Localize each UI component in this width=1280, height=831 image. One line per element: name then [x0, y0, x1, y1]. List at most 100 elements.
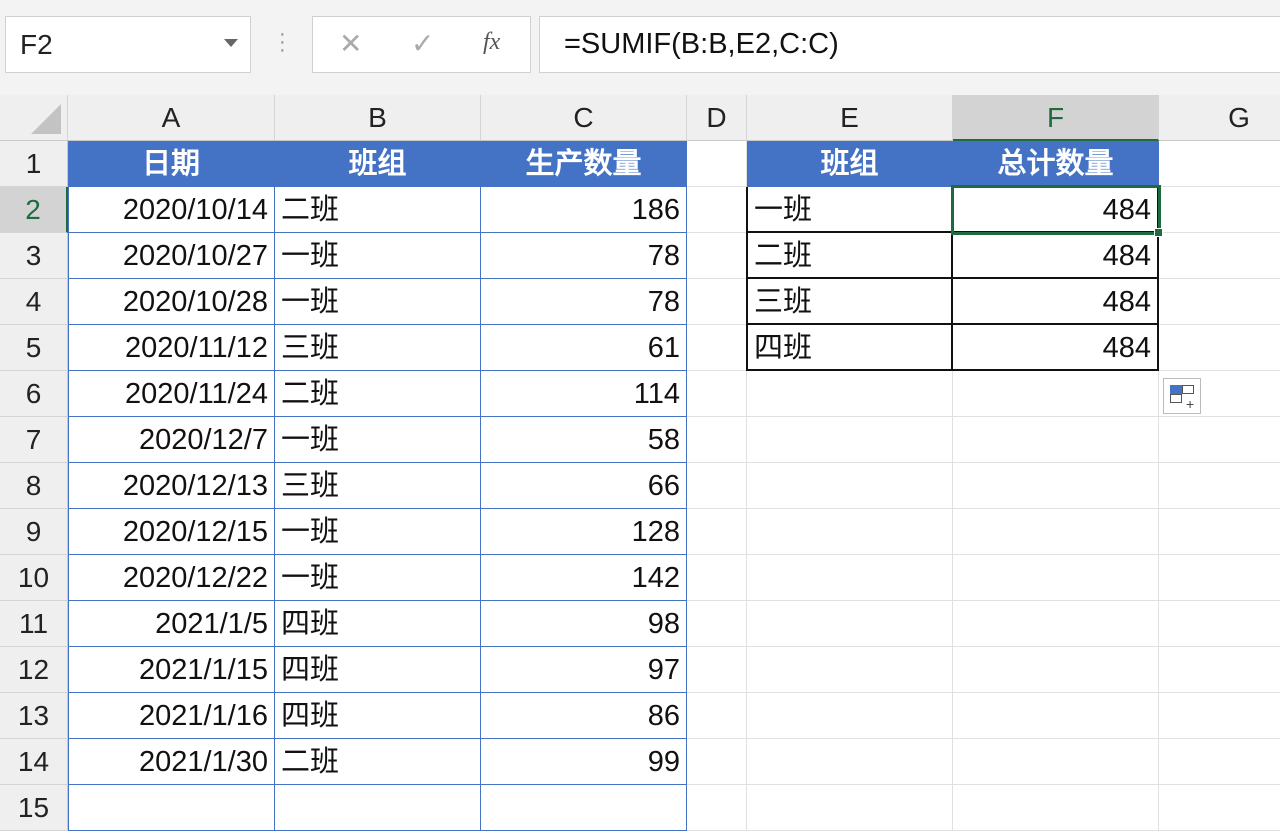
table1-cell[interactable]: 2020/10/27: [68, 233, 275, 279]
table1-cell[interactable]: 78: [481, 279, 687, 325]
table1-cell[interactable]: 二班: [275, 371, 481, 417]
table2-cell[interactable]: 一班: [746, 187, 953, 233]
table1-cell[interactable]: 78: [481, 233, 687, 279]
cell[interactable]: [687, 785, 747, 831]
formula-input[interactable]: =SUMIF(B:B,E2,C:C): [539, 16, 1280, 73]
row-header-13[interactable]: 13: [0, 693, 68, 739]
cell[interactable]: [953, 739, 1159, 785]
table1-cell[interactable]: 66: [481, 463, 687, 509]
cell[interactable]: [1159, 417, 1280, 463]
cell[interactable]: [1159, 279, 1280, 325]
row-header-4[interactable]: 4: [0, 279, 68, 325]
table1-cell[interactable]: 一班: [275, 509, 481, 555]
row-header-7[interactable]: 7: [0, 417, 68, 463]
cell[interactable]: [953, 647, 1159, 693]
cancel-icon[interactable]: ✕: [339, 27, 362, 60]
cell[interactable]: [687, 279, 747, 325]
table1-header[interactable]: 日期: [68, 141, 275, 187]
cell[interactable]: [687, 463, 747, 509]
cell[interactable]: [1159, 463, 1280, 509]
table1-cell[interactable]: 四班: [275, 601, 481, 647]
table1-cell[interactable]: 一班: [275, 279, 481, 325]
row-header-8[interactable]: 8: [0, 463, 68, 509]
cell[interactable]: [687, 141, 747, 187]
check-icon[interactable]: ✓: [411, 27, 434, 60]
table1-cell[interactable]: 58: [481, 417, 687, 463]
column-header-C[interactable]: C: [481, 95, 687, 141]
table1-cell[interactable]: 86: [481, 693, 687, 739]
fill-handle[interactable]: [1154, 228, 1163, 237]
row-header-5[interactable]: 5: [0, 325, 68, 371]
column-header-A[interactable]: A: [68, 95, 275, 141]
cell[interactable]: [747, 417, 953, 463]
table1-cell[interactable]: 四班: [275, 647, 481, 693]
drag-handle-icon[interactable]: · · ·: [279, 24, 286, 60]
cell[interactable]: [953, 601, 1159, 647]
table1-cell[interactable]: 一班: [275, 555, 481, 601]
cell[interactable]: [687, 187, 747, 233]
table1-cell[interactable]: 61: [481, 325, 687, 371]
cell[interactable]: [1159, 601, 1280, 647]
table1-cell[interactable]: 186: [481, 187, 687, 233]
table1-cell[interactable]: 114: [481, 371, 687, 417]
table1-cell[interactable]: 98: [481, 601, 687, 647]
table1-cell[interactable]: 2020/10/14: [68, 187, 275, 233]
table1-cell[interactable]: 2021/1/5: [68, 601, 275, 647]
cell[interactable]: [747, 371, 953, 417]
cell[interactable]: [687, 417, 747, 463]
table1-cell[interactable]: 二班: [275, 187, 481, 233]
cell[interactable]: [687, 509, 747, 555]
cell[interactable]: [747, 601, 953, 647]
table2-cell[interactable]: 三班: [746, 279, 953, 325]
table1-cell[interactable]: 2020/12/15: [68, 509, 275, 555]
cell[interactable]: [1159, 739, 1280, 785]
table1-cell[interactable]: 2020/12/22: [68, 555, 275, 601]
cell[interactable]: [1159, 187, 1280, 233]
cell[interactable]: [1159, 141, 1280, 187]
row-header-11[interactable]: 11: [0, 601, 68, 647]
cell[interactable]: [687, 555, 747, 601]
table1-cell[interactable]: 2020/11/12: [68, 325, 275, 371]
fx-icon[interactable]: fx: [483, 29, 500, 56]
table2-header[interactable]: 总计数量: [953, 141, 1159, 187]
cell[interactable]: [747, 739, 953, 785]
table1-cell[interactable]: 2020/10/28: [68, 279, 275, 325]
row-header-3[interactable]: 3: [0, 233, 68, 279]
table1-cell[interactable]: 三班: [275, 325, 481, 371]
cell[interactable]: [687, 647, 747, 693]
cell[interactable]: [1159, 555, 1280, 601]
table1-cell-partial[interactable]: [68, 785, 275, 831]
table1-header[interactable]: 班组: [275, 141, 481, 187]
table1-cell-partial[interactable]: [481, 785, 687, 831]
table1-cell[interactable]: 一班: [275, 417, 481, 463]
table1-cell[interactable]: 四班: [275, 693, 481, 739]
cell[interactable]: [1159, 785, 1280, 831]
cell[interactable]: [747, 785, 953, 831]
cell[interactable]: [747, 647, 953, 693]
table1-cell[interactable]: 三班: [275, 463, 481, 509]
table1-cell[interactable]: 2021/1/16: [68, 693, 275, 739]
cell[interactable]: [1159, 509, 1280, 555]
cell[interactable]: [953, 417, 1159, 463]
table2-cell[interactable]: 二班: [746, 233, 953, 279]
column-header-F[interactable]: F: [953, 95, 1159, 141]
row-header-12[interactable]: 12: [0, 647, 68, 693]
table2-cell[interactable]: 四班: [746, 325, 953, 371]
table1-cell[interactable]: 一班: [275, 233, 481, 279]
cell[interactable]: [953, 693, 1159, 739]
table1-cell[interactable]: 2021/1/30: [68, 739, 275, 785]
table1-cell-partial[interactable]: [275, 785, 481, 831]
cell[interactable]: [953, 785, 1159, 831]
table1-cell[interactable]: 97: [481, 647, 687, 693]
cell[interactable]: [687, 233, 747, 279]
row-header-2[interactable]: 2: [0, 187, 68, 233]
cell[interactable]: [747, 693, 953, 739]
column-header-B[interactable]: B: [275, 95, 481, 141]
cell[interactable]: [687, 371, 747, 417]
cell[interactable]: [687, 739, 747, 785]
table2-cell[interactable]: 484: [953, 233, 1159, 279]
table1-cell[interactable]: 2021/1/15: [68, 647, 275, 693]
table2-cell[interactable]: 484: [953, 279, 1159, 325]
row-header-15[interactable]: 15: [0, 785, 68, 831]
table1-cell[interactable]: 2020/12/13: [68, 463, 275, 509]
